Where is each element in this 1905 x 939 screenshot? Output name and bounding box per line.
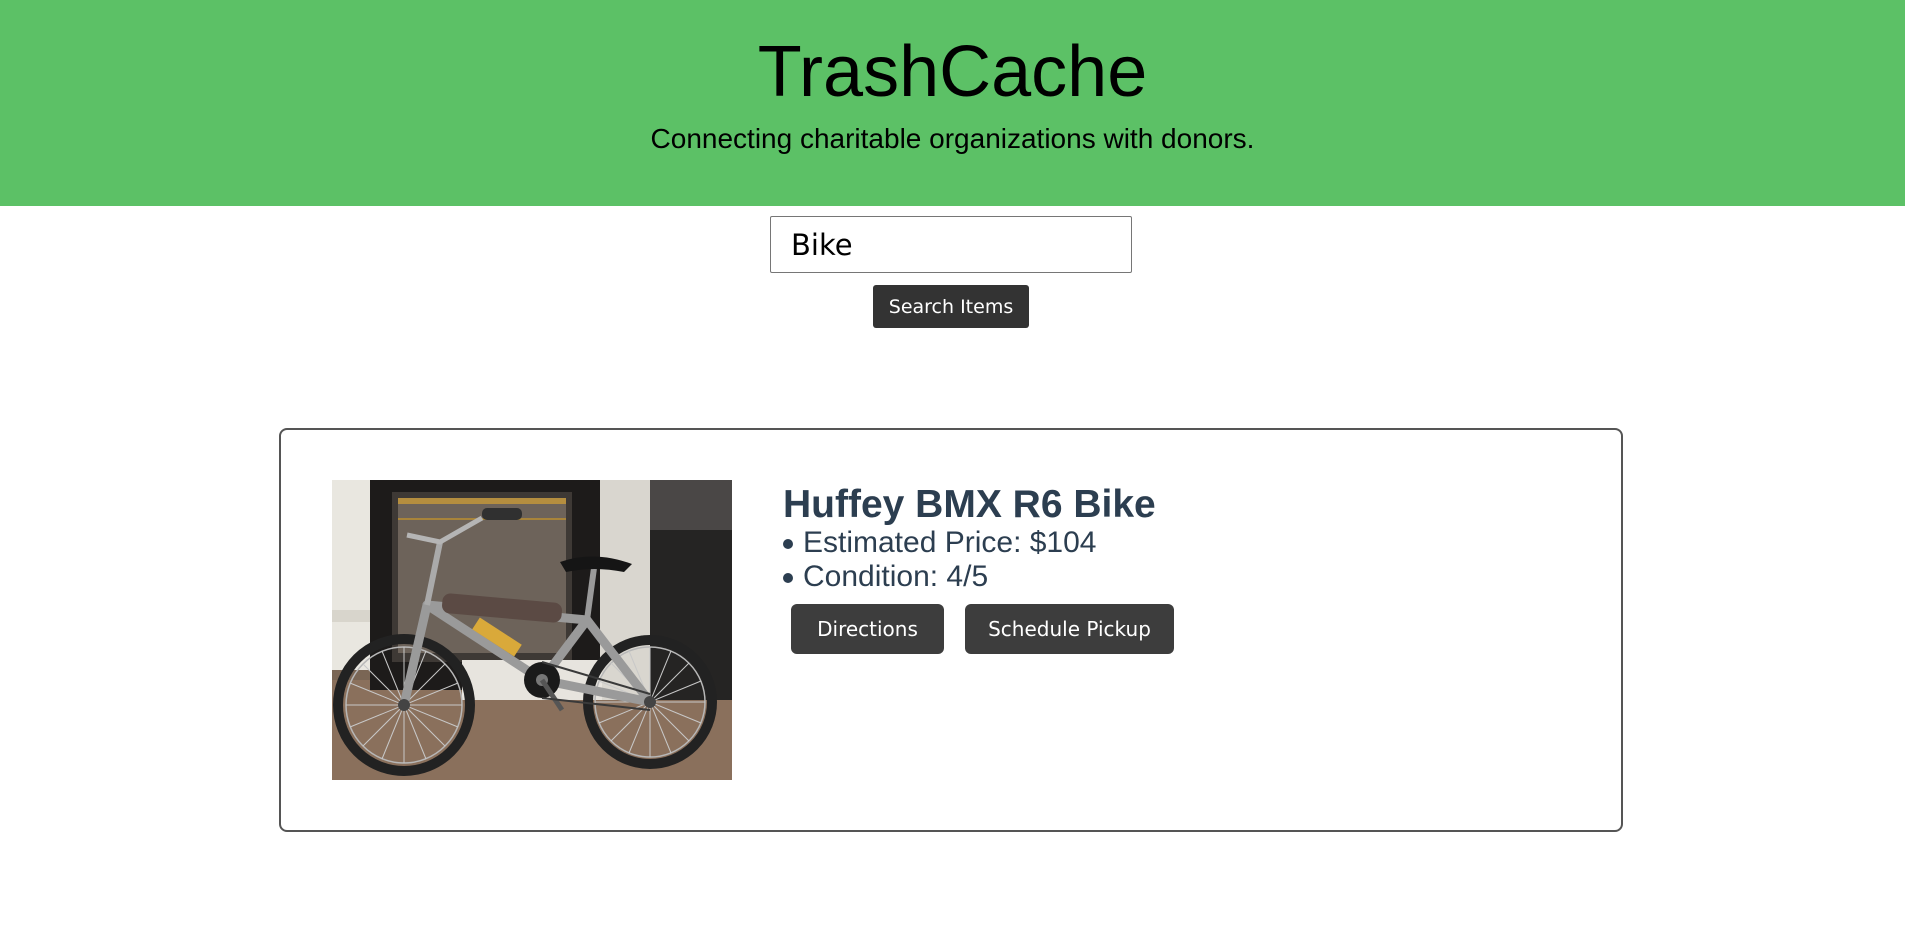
site-header: TrashCache Connecting charitable organiz…: [0, 0, 1905, 206]
condition-rating: Condition: 4/5: [803, 560, 989, 593]
item-card: Huffey BMX R6 Bike Estimated Price: $104…: [279, 428, 1623, 832]
directions-button[interactable]: Directions: [791, 604, 944, 654]
search-items-button[interactable]: Search Items: [873, 285, 1029, 328]
item-title: Huffey BMX R6 Bike: [783, 483, 1156, 526]
list-item: Estimated Price: $104: [783, 526, 1096, 560]
site-tagline: Connecting charitable organizations with…: [650, 123, 1255, 154]
estimated-price: Estimated Price: $104: [803, 526, 1097, 559]
search-input[interactable]: [770, 216, 1132, 273]
bullet-icon: [783, 573, 793, 583]
list-item: Condition: 4/5: [783, 560, 1096, 594]
schedule-pickup-button[interactable]: Schedule Pickup: [965, 604, 1174, 654]
bullet-icon: [783, 539, 793, 549]
bmx-bike-photo: [332, 480, 732, 780]
site-title: TrashCache: [757, 32, 1148, 112]
item-details-list: Estimated Price: $104 Condition: 4/5: [783, 526, 1096, 594]
